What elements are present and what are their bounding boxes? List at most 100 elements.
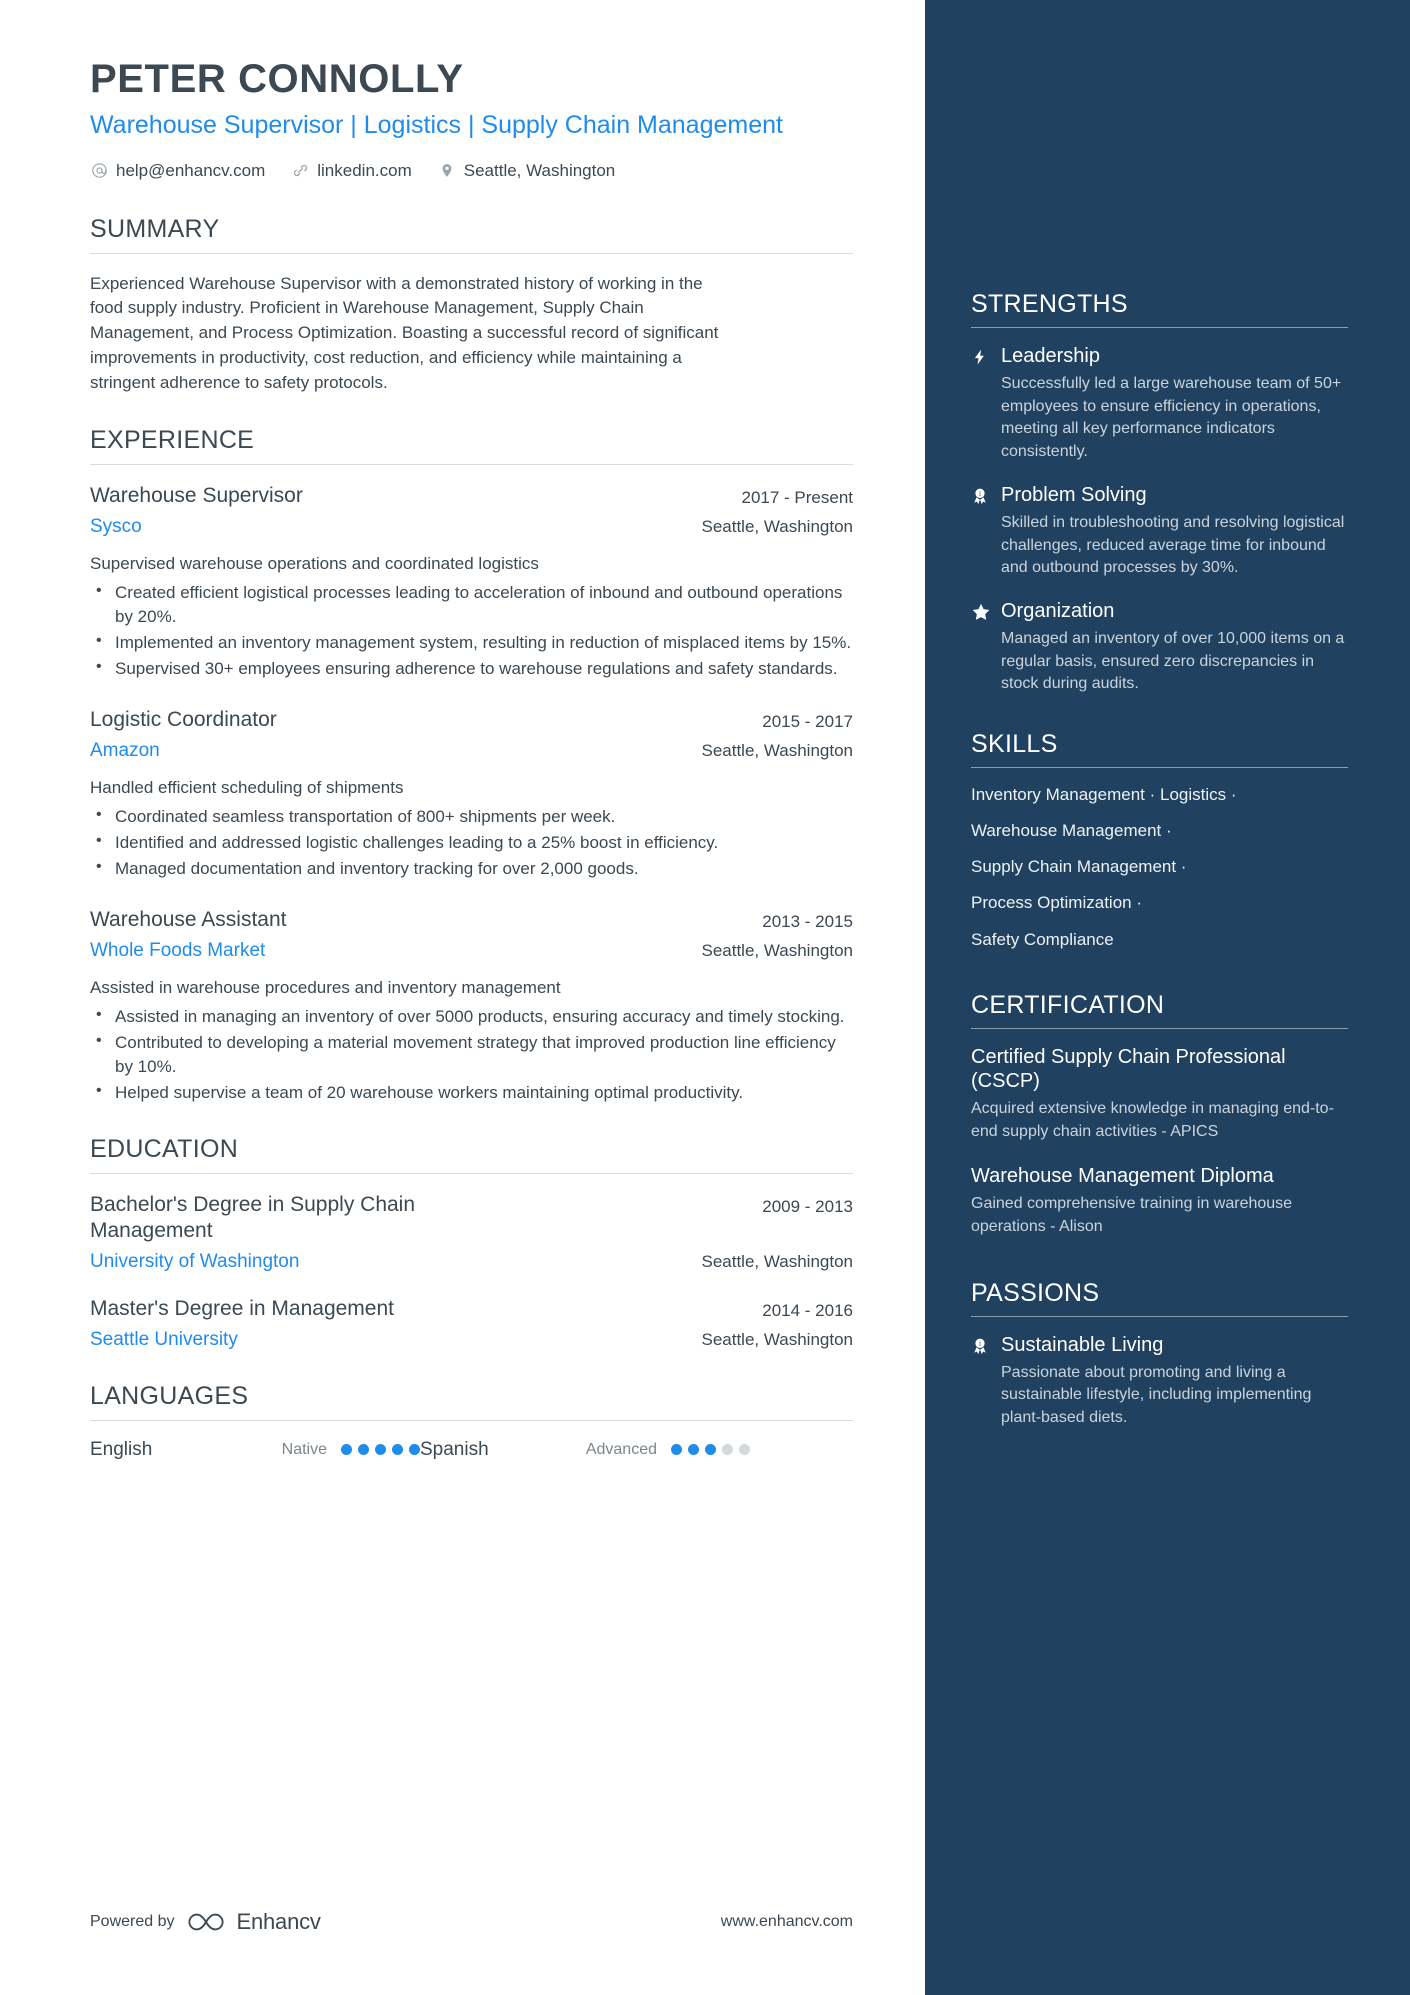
divider [90, 1173, 853, 1175]
skill-line: Safety Compliance [971, 929, 1114, 949]
job-title: Warehouse Assistant [90, 908, 287, 932]
main-column: PETER CONNOLLY Warehouse Supervisor | Lo… [0, 0, 925, 1995]
strength-description: Managed an inventory of over 10,000 item… [1001, 630, 1345, 693]
experience-heading: EXPERIENCE [90, 426, 255, 455]
star-icon [971, 599, 1001, 696]
job-description: Supervised warehouse operations and coor… [90, 554, 539, 574]
degree-date: 2014 - 2016 [762, 1301, 853, 1321]
experience-entry: Warehouse Supervisor 2017 - Present Sysc… [90, 483, 853, 681]
job-description: Handled efficient scheduling of shipment… [90, 778, 404, 798]
experience-entry: Warehouse Assistant 2013 - 2015 Whole Fo… [90, 907, 853, 1105]
job-location: Seattle, Washington [701, 517, 853, 537]
bullet-item: Managed documentation and inventory trac… [90, 856, 853, 881]
job-date: 2017 - Present [741, 488, 853, 508]
rating-dot [341, 1444, 352, 1456]
rating-dot [671, 1444, 682, 1456]
language-item: Spanish Advanced [420, 1439, 750, 1461]
divider [90, 252, 853, 254]
strength-item: Organization Managed an inventory of ove… [971, 599, 1348, 696]
company-name[interactable]: Amazon [90, 740, 160, 763]
rating-dot [688, 1444, 699, 1456]
divider [971, 1027, 1348, 1029]
summary-heading: SUMMARY [90, 214, 220, 243]
school-name[interactable]: University of Washington [90, 1251, 299, 1274]
contact-linkedin[interactable]: linkedin.com [291, 161, 412, 181]
bullet-item: Implemented an inventory management syst… [90, 630, 853, 655]
company-name[interactable]: Sysco [90, 516, 142, 539]
lightning-bolt-icon [971, 344, 1001, 464]
bullet-item: Assisted in managing an inventory of ove… [90, 1004, 853, 1029]
divider [90, 464, 853, 466]
footer: Powered by Enhancv www.enhancv.com [90, 1909, 853, 1935]
certification-item: Warehouse Management Diploma Gained comp… [971, 1164, 1348, 1239]
rating-dot [722, 1444, 733, 1456]
languages-row: English Native Spanish Advanced [90, 1439, 853, 1461]
job-location: Seattle, Washington [701, 741, 853, 761]
strength-description: Skilled in troubleshooting and resolving… [1001, 513, 1345, 577]
svg-text:1: 1 [979, 491, 982, 497]
brand-name: Enhancv [236, 1909, 321, 1934]
page-title: PETER CONNOLLY [90, 57, 464, 101]
divider [971, 327, 1348, 328]
strength-name: Organization [1001, 600, 1115, 623]
passion-item: 1 Sustainable Living Passionate about pr… [971, 1333, 1348, 1430]
job-title: Warehouse Supervisor [90, 484, 303, 508]
company-name[interactable]: Whole Foods Market [90, 940, 265, 963]
certification-item: Certified Supply Chain Professional (CSC… [971, 1045, 1348, 1144]
powered-by: Powered by Enhancv [90, 1909, 321, 1935]
strength-name: Problem Solving [1001, 483, 1147, 506]
svg-text:1: 1 [979, 1341, 982, 1347]
award-ribbon-icon: 1 [971, 1333, 1001, 1430]
job-location: Seattle, Washington [701, 941, 853, 961]
job-bullets: Coordinated seamless transportation of 8… [90, 804, 853, 881]
passion-name: Sustainable Living [1001, 1333, 1164, 1356]
strength-description: Successfully led a large warehouse team … [1001, 375, 1342, 461]
language-name: Spanish [420, 1438, 489, 1460]
summary-text: Experienced Warehouse Supervisor with a … [90, 273, 719, 393]
job-date: 2015 - 2017 [762, 712, 853, 732]
languages-heading: LANGUAGES [90, 1381, 249, 1410]
sidebar-section-skills: SKILLS Inventory Management · Logistics … [971, 730, 1348, 950]
strength-name: Leadership [1001, 345, 1100, 367]
skill-line: Inventory Management · Logistics · [971, 785, 1237, 805]
rating-dot [409, 1444, 420, 1456]
contact-linkedin-text: linkedin.com [317, 160, 412, 180]
degree-title: Bachelor's Degree in Supply Chain Manage… [90, 1193, 416, 1243]
school-name[interactable]: Seattle University [90, 1329, 238, 1352]
contact-email[interactable]: help@enhancv.com [90, 161, 265, 181]
language-rating-dots [341, 1444, 420, 1456]
section-experience: EXPERIENCE Warehouse Supervisor 2017 - P… [90, 426, 853, 1105]
job-bullets: Assisted in managing an inventory of ove… [90, 1004, 853, 1106]
divider [971, 1315, 1348, 1317]
education-entry: Master's Degree in Management 2014 - 201… [90, 1296, 853, 1352]
footer-url[interactable]: www.enhancv.com [721, 1913, 853, 1931]
language-rating-dots [671, 1444, 750, 1456]
sidebar-section-strengths: STRENGTHS Leadership Successfully led a … [971, 290, 1348, 696]
rating-dot [705, 1444, 716, 1456]
degree-date: 2009 - 2013 [762, 1197, 853, 1217]
powered-by-label: Powered by [90, 1913, 175, 1930]
section-summary: SUMMARY Experienced Warehouse Supervisor… [90, 215, 853, 397]
certification-description: Acquired extensive knowledge in managing… [971, 1100, 1334, 1141]
skills-heading: SKILLS [971, 730, 1058, 759]
language-item: English Native [90, 1439, 420, 1461]
award-ribbon-icon: 1 [971, 483, 1001, 580]
divider [971, 767, 1348, 769]
bullet-item: Helped supervise a team of 20 warehouse … [90, 1080, 853, 1105]
language-level: Advanced [585, 1440, 657, 1458]
job-title: Logistic Coordinator [90, 708, 277, 732]
experience-entry: Logistic Coordinator 2015 - 2017 Amazon … [90, 707, 853, 881]
bullet-item: Coordinated seamless transportation of 8… [90, 804, 853, 829]
divider [90, 1419, 853, 1421]
location-pin-icon [438, 161, 457, 180]
education-entry: Bachelor's Degree in Supply Chain Manage… [90, 1192, 853, 1274]
section-education: EDUCATION Bachelor's Degree in Supply Ch… [90, 1135, 853, 1352]
certification-name: Warehouse Management Diploma [971, 1164, 1274, 1187]
section-languages: LANGUAGES English Native Spanish Advance… [90, 1382, 853, 1461]
certification-description: Gained comprehensive training in warehou… [971, 1195, 1293, 1235]
link-icon [291, 161, 310, 180]
bullet-item: Created efficient logistical processes l… [90, 580, 853, 629]
job-description: Assisted in warehouse procedures and inv… [90, 978, 561, 998]
school-location: Seattle, Washington [701, 1330, 853, 1350]
language-name: English [90, 1438, 153, 1460]
